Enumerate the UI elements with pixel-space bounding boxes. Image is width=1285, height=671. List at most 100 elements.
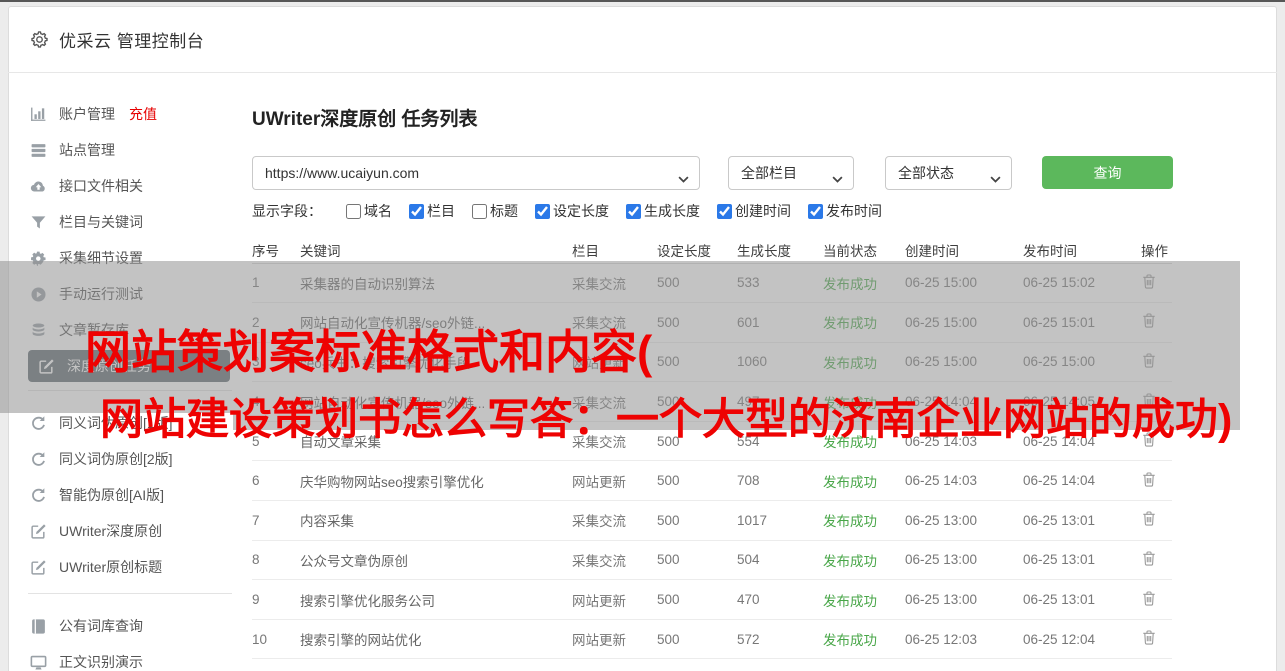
- cell-actions: [1141, 579, 1172, 620]
- table-row: 4 网站自动化宣传机器/seo外链... 采集交流 500 497 发布成功 06-25 1…: [252, 381, 1172, 422]
- field-checkbox[interactable]: [808, 203, 823, 219]
- cell-actions: [1141, 263, 1172, 304]
- filter-icon: [30, 214, 47, 231]
- recharge-badge[interactable]: 充值: [129, 104, 157, 124]
- cell-seq: 9: [252, 579, 300, 620]
- sidebar-menu: 账户管理 充值 站点管理 接口文件相关 栏目与关键词 采集细节设置 手动运行测试 文章暂存库深…: [8, 96, 252, 671]
- sidebar-item-label: 同义词伪原创[2版]: [59, 451, 173, 467]
- sidebar-item-label: UWriter原创标题: [59, 559, 163, 575]
- cell-set_len: 500: [657, 619, 737, 660]
- cell-actions: [1141, 302, 1172, 343]
- delete-task-button[interactable]: [1141, 273, 1157, 290]
- cell-created: 06-25 14:03: [905, 421, 1023, 462]
- field-checkbox[interactable]: [626, 203, 641, 219]
- trash-icon: [1143, 472, 1155, 487]
- app-header: 优采云 管理控制台: [8, 6, 1277, 73]
- field-checkbox[interactable]: [409, 203, 424, 219]
- table-row: 5 自动文章采集 采集交流 500 554 发布成功 06-25 14:03 06-25 14…: [252, 421, 1172, 462]
- delete-task-button[interactable]: [1141, 550, 1157, 567]
- sidebar-item[interactable]: 栏目与关键词: [28, 204, 230, 240]
- edit-icon: [30, 523, 47, 540]
- sidebar-item[interactable]: 手动运行测试: [28, 276, 230, 312]
- sidebar-item-label: 文章暂存库: [59, 322, 129, 338]
- col-header-seq: 序号: [252, 237, 300, 264]
- field-checkbox-label: 域名: [364, 203, 392, 219]
- table-row: 8 公众号文章伪原创 采集交流 500 504 发布成功 06-25 13:00 06-25 …: [252, 540, 1172, 581]
- cell-keyword: 搜索引擎优化服务公司: [300, 579, 572, 620]
- monitor-icon: [30, 654, 47, 671]
- cell-actions: [1141, 619, 1172, 660]
- col-header-keyword: 关键词: [300, 237, 572, 264]
- cell-column: 采集交流: [572, 421, 657, 462]
- cell-created: 06-25 14:03: [905, 460, 1023, 502]
- cell-column: 采集交流: [572, 263, 657, 304]
- cell-column: 网站更新: [572, 460, 657, 502]
- sidebar-item[interactable]: 同义词伪原创[1版]: [28, 405, 230, 441]
- cell-column: 网站更新: [572, 342, 657, 383]
- delete-task-button[interactable]: [1141, 392, 1157, 409]
- table-row: 2 网站自动化宣传机器/seo外链... 采集交流 500 601 发布成功 06-25 1…: [252, 302, 1172, 343]
- field-checkbox[interactable]: [717, 203, 732, 219]
- sidebar-item[interactable]: 文章暂存库: [28, 312, 230, 348]
- delete-task-button[interactable]: [1141, 312, 1157, 329]
- app-window: 优采云 管理控制台 账户管理 充值 站点管理 接口文件相关 栏目与关键词 采集细节设置 手动…: [0, 0, 1285, 671]
- cell-seq: 3: [252, 342, 300, 383]
- app-title: 优采云 管理控制台: [59, 31, 205, 51]
- cell-set_len: 500: [657, 421, 737, 462]
- trash-icon: [1143, 551, 1155, 566]
- trash-icon: [1143, 274, 1155, 289]
- cell-column: 网站更新: [572, 619, 657, 660]
- sidebar-item[interactable]: UWriter深度原创: [28, 513, 230, 549]
- cell-gen_len: 1017: [737, 500, 823, 541]
- edit-icon: [38, 358, 55, 375]
- trash-icon: [1143, 393, 1155, 408]
- delete-task-button[interactable]: [1141, 629, 1157, 646]
- sidebar-item[interactable]: 公有词库查询: [28, 608, 230, 644]
- sidebar-item-label: UWriter深度原创: [59, 523, 163, 539]
- column-filter-select[interactable]: 全部栏目: [728, 156, 854, 190]
- cell-seq: 6: [252, 460, 300, 502]
- sidebar-item[interactable]: 深度原创任务: [28, 350, 230, 382]
- field-option: 域名: [346, 201, 392, 221]
- field-checkbox-label: 生成长度: [644, 203, 700, 219]
- status-filter-select[interactable]: 全部状态: [885, 156, 1012, 190]
- cell-keyword: 庆华购物网站seo搜索引擎优化: [300, 460, 572, 502]
- trash-icon: [1143, 630, 1155, 645]
- sidebar-item[interactable]: 采集细节设置: [28, 240, 230, 276]
- cell-set_len: 500: [657, 263, 737, 304]
- site-select[interactable]: https://www.ucaiyun.com: [252, 156, 700, 190]
- cell-created: 06-25 13:00: [905, 540, 1023, 581]
- sidebar-item[interactable]: 智能伪原创[AI版]: [28, 477, 230, 513]
- cell-seq: 1: [252, 263, 300, 304]
- sidebar-item-label: 栏目与关键词: [59, 214, 143, 230]
- delete-task-button[interactable]: [1141, 590, 1157, 607]
- cloud-upload-icon: [30, 178, 47, 195]
- delete-task-button[interactable]: [1141, 352, 1157, 369]
- sidebar-item[interactable]: 站点管理: [28, 132, 230, 168]
- cell-created: 06-25 12:03: [905, 619, 1023, 660]
- cell-keyword: 网站自动化宣传机器/seo外链...: [300, 302, 572, 343]
- delete-task-button[interactable]: [1141, 431, 1157, 448]
- delete-task-button[interactable]: [1141, 471, 1157, 488]
- field-checkbox[interactable]: [346, 203, 361, 219]
- sidebar-item[interactable]: 接口文件相关: [28, 168, 230, 204]
- cell-status: 发布成功: [823, 500, 905, 541]
- sidebar-item[interactable]: UWriter原创标题: [28, 549, 230, 585]
- field-checkbox-label: 创建时间: [735, 203, 791, 219]
- sidebar-item[interactable]: 同义词伪原创[2版]: [28, 441, 230, 477]
- task-table: 序号 关键词 栏目 设定长度 生成长度 当前状态 创建时间 发布时间 操作 1采…: [252, 237, 1172, 660]
- cell-published: 06-25 15:01: [1023, 302, 1141, 343]
- cell-gen_len: 504: [737, 540, 823, 581]
- field-checkbox[interactable]: [535, 203, 550, 219]
- table-row: 6 庆华购物网站seo搜索引擎优化 网站更新 500 708 发布成功 06-25 14:0…: [252, 460, 1172, 502]
- sidebar-item[interactable]: 账户管理 充值: [28, 96, 230, 132]
- sidebar-item[interactable]: 正文识别演示: [28, 644, 230, 671]
- search-button[interactable]: 查询: [1042, 156, 1173, 189]
- cell-gen_len: 601: [737, 302, 823, 343]
- field-checkbox[interactable]: [472, 203, 487, 219]
- sidebar-divider: [28, 593, 232, 594]
- server-icon: [30, 142, 47, 159]
- delete-task-button[interactable]: [1141, 510, 1157, 527]
- cell-created: 06-25 15:00: [905, 263, 1023, 304]
- sidebar-item-label: 账户管理: [59, 106, 115, 122]
